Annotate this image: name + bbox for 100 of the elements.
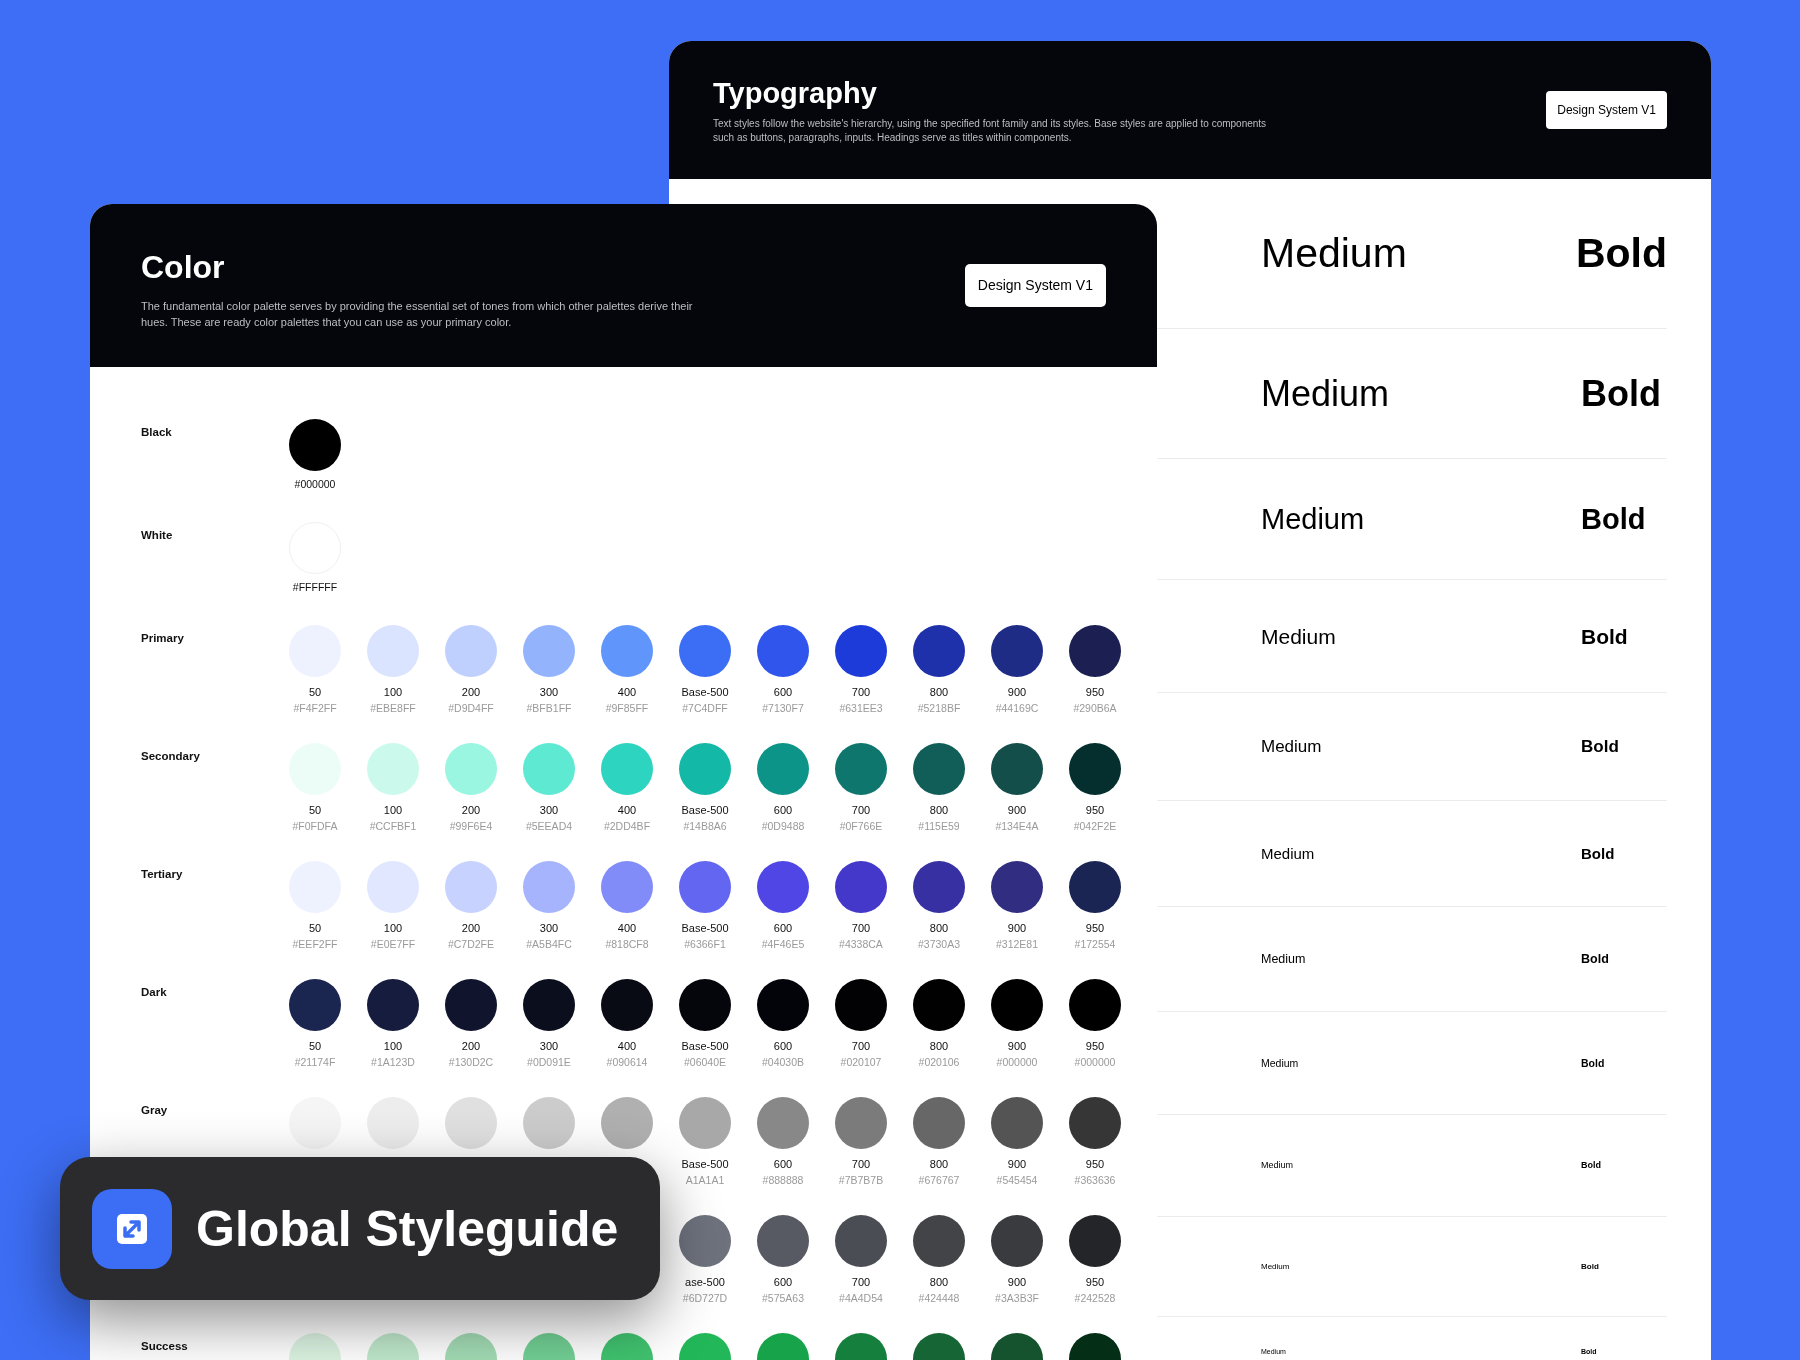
panel-title: Typography [713, 76, 878, 111]
palette-name: Dark [141, 986, 167, 998]
hex-code: #14B8A6 [683, 819, 727, 833]
hex-code: #06040E [683, 1055, 726, 1069]
palette-name: White [141, 529, 173, 541]
shade-label: 100 [383, 921, 403, 935]
hex-code: #042F2E [1073, 819, 1117, 833]
shade-label: 100 [383, 1039, 403, 1053]
banner-title: Global Styleguide [196, 1203, 619, 1254]
hex-code: #172554 [1074, 937, 1116, 951]
hex-code: #0D9488 [761, 819, 805, 833]
version-button[interactable]: Design System V1 [964, 264, 1106, 307]
medium-sample: Medium [1261, 504, 1366, 534]
shade-label: 800 [929, 685, 949, 699]
shade-label: 900 [1007, 1275, 1027, 1289]
shade-label: 50 [308, 803, 322, 817]
hex-code: #090614 [606, 1055, 648, 1069]
shade-label: 800 [929, 1039, 949, 1053]
shade-label: Base-500 [681, 1039, 729, 1053]
hex-code: #21174F [294, 1055, 336, 1069]
shade-label: 600 [773, 1157, 793, 1171]
hex-code: #631EE3 [839, 701, 883, 715]
shade-label: 700 [851, 685, 871, 699]
hex-code: #3730A3 [917, 937, 960, 951]
hex-code: #EEF2FF [292, 937, 338, 951]
shade-label: 900 [1007, 685, 1027, 699]
shade-label: ase-500 [685, 1275, 725, 1289]
shade-label: 100 [383, 803, 403, 817]
shade-label: 300 [539, 1039, 559, 1053]
hex-code: #242528 [1074, 1291, 1116, 1305]
shade-label: Base-500 [681, 685, 729, 699]
hex-code: #290B6A [1073, 701, 1117, 715]
version-button[interactable]: Design System V1 [1546, 91, 1667, 129]
hex-code: #545454 [996, 1173, 1038, 1187]
shade-label: 600 [773, 1039, 793, 1053]
shade-label: 700 [851, 1039, 871, 1053]
shade-label: Base-500 [681, 803, 729, 817]
bold-sample: Bold [1581, 1262, 1599, 1271]
medium-sample: Medium [1261, 846, 1316, 861]
hex-code: #D9D4FF [448, 701, 494, 715]
medium-sample: Medium [1261, 625, 1337, 647]
medium-sample: Medium [1261, 1161, 1294, 1170]
shade-label: 50 [308, 921, 322, 935]
bold-sample: Bold [1581, 375, 1661, 412]
shade-label: 300 [539, 921, 559, 935]
hex-code: #E0E7FF [370, 937, 416, 951]
palette-name: Gray [141, 1104, 168, 1116]
medium-sample: Medium [1261, 233, 1408, 274]
hex-code: #1A123D [371, 1055, 415, 1069]
shade-label: 50 [308, 1039, 322, 1053]
hex-code: #363636 [1074, 1173, 1116, 1187]
medium-sample: Medium [1261, 1262, 1291, 1271]
hex-code: #7130F7 [762, 701, 804, 715]
shade-label: 950 [1085, 685, 1105, 699]
hex-code: #115E59 [918, 819, 960, 833]
shade-label: 200 [461, 921, 481, 935]
shade-label: Base-500 [681, 921, 729, 935]
shade-label: 950 [1085, 1275, 1105, 1289]
shade-label: 50 [308, 685, 322, 699]
external-link-icon [92, 1188, 172, 1269]
shade-label: 300 [539, 803, 559, 817]
shade-label: 950 [1085, 921, 1105, 935]
shade-label: 800 [929, 921, 949, 935]
shade-label: 600 [773, 1275, 793, 1289]
shade-label: 600 [773, 685, 793, 699]
shade-label: 800 [929, 1275, 949, 1289]
hex-code: #4338CA [839, 937, 883, 951]
hex-code: #6D727D [682, 1291, 728, 1305]
shade-label: 800 [929, 803, 949, 817]
hex-code: #7B7B7B [838, 1173, 884, 1187]
hex-code: #0F766E [839, 819, 883, 833]
hex-code: #4F46E5 [761, 937, 805, 951]
hex-code: #5EEAD4 [525, 819, 573, 833]
hex-code: #4A4D54 [839, 1291, 883, 1305]
palette-name: Secondary [141, 750, 200, 762]
hex-code: #000000 [996, 1055, 1038, 1069]
hex-code: #CCFBF1 [369, 819, 417, 833]
panel-title: Color [141, 247, 226, 286]
shade-label: 400 [617, 803, 637, 817]
shade-label: 600 [773, 921, 793, 935]
shade-label: 950 [1085, 1157, 1105, 1171]
bold-sample: Bold [1581, 1161, 1601, 1170]
panel-description: Text styles follow the website's hierarchy, using the specified font family and its styles. Base styles are applied to components such as buttons, paragraphs, inputs. Headings serve as titles within components. [713, 117, 1268, 145]
hex-code: #F0FDFA [292, 819, 338, 833]
shade-label: 700 [851, 803, 871, 817]
medium-sample: Medium [1261, 1057, 1300, 1069]
hex-code: #0D091E [527, 1055, 571, 1069]
shade-label: 900 [1007, 921, 1027, 935]
hex-code: #020106 [918, 1055, 960, 1069]
bold-sample: Bold [1581, 1057, 1605, 1069]
bold-sample: Bold [1581, 846, 1615, 861]
hex-code: #134E4A [995, 819, 1039, 833]
hex-code: #F4F2FF [293, 701, 337, 715]
hex-code: #312E81 [995, 937, 1038, 951]
hex-code: #130D2C [448, 1055, 494, 1069]
medium-sample: Medium [1261, 952, 1307, 966]
hex-code: #000000 [294, 477, 336, 491]
shade-label: 900 [1007, 1039, 1027, 1053]
bold-sample: Bold [1575, 233, 1667, 274]
hex-code: #A5B4FC [526, 937, 572, 951]
